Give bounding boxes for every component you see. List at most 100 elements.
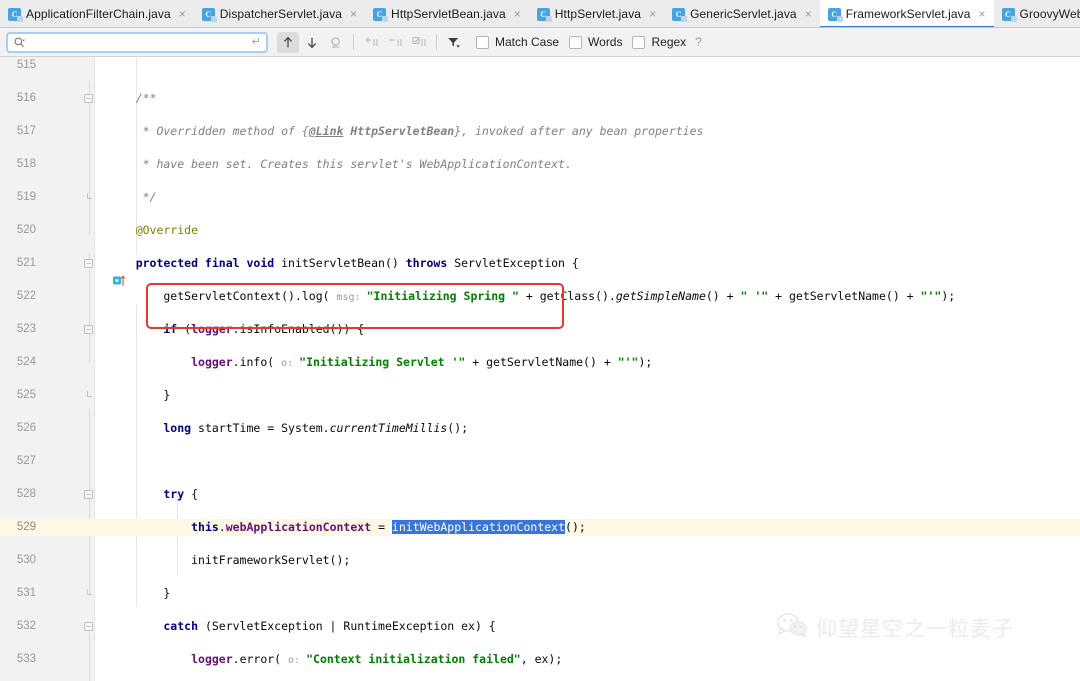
line-content: initFrameworkServlet(); <box>108 553 351 567</box>
add-selection-button[interactable] <box>360 32 382 53</box>
code-line[interactable]: 515 <box>0 57 1080 74</box>
line-content: /** <box>108 91 157 105</box>
line-content: } <box>108 586 171 600</box>
fold-end-icon[interactable] <box>87 391 92 397</box>
code-line[interactable]: 519 */ <box>0 189 1080 206</box>
code-line-active[interactable]: 529 this.webApplicationContext = initWeb… <box>0 519 1080 536</box>
tab-HttpServlet[interactable]: C HttpServlet.java × <box>528 0 665 27</box>
search-input[interactable] <box>25 33 252 51</box>
fold-collapse-icon[interactable]: − <box>84 259 93 268</box>
editor-scrollbar[interactable] <box>1068 57 1080 681</box>
line-content: logger.info( o: "Initializing Servlet '"… <box>191 355 653 369</box>
line-number: 529 <box>16 521 36 533</box>
java-class-icon: C <box>373 7 389 22</box>
code-line[interactable]: 516 − /** <box>0 90 1080 107</box>
selected-token[interactable]: initWebApplicationContext <box>391 520 566 534</box>
java-class-icon: C <box>1001 7 1017 22</box>
arrow-up-icon <box>283 36 293 47</box>
line-number: 517 <box>16 125 36 137</box>
match-case-option[interactable]: Match Case <box>476 35 559 49</box>
tab-close-icon[interactable]: × <box>978 8 987 20</box>
tab-close-icon[interactable]: × <box>804 8 813 20</box>
code-line[interactable]: 522 getServletContext().log( msg: "Initi… <box>0 288 1080 305</box>
line-content: this.webApplicationContext = initWebAppl… <box>191 520 586 534</box>
words-checkbox[interactable] <box>569 35 583 49</box>
line-content: catch (ServletException | RuntimeExcepti… <box>108 619 496 633</box>
line-content: */ <box>108 190 157 204</box>
line-content: getServletContext().log( msg: "Initializ… <box>108 289 956 303</box>
code-line[interactable]: 524 logger.info( o: "Initializing Servle… <box>0 354 1080 371</box>
tab-FrameworkServlet[interactable]: C FrameworkServlet.java × <box>819 0 994 27</box>
line-content: long startTime = System.currentTimeMilli… <box>108 421 469 435</box>
tab-close-icon[interactable]: × <box>648 8 657 20</box>
line-number: 521 <box>16 257 36 269</box>
tab-ApplicationFilterChain[interactable]: C ApplicationFilterChain.java × <box>0 0 194 27</box>
code-line[interactable]: 518 * have been set. Creates this servle… <box>0 156 1080 173</box>
enter-icon[interactable]: ↵ <box>252 36 261 48</box>
line-number: 520 <box>16 224 36 236</box>
fold-end-icon[interactable] <box>87 193 92 199</box>
tab-close-icon[interactable]: × <box>349 8 358 20</box>
match-case-checkbox[interactable] <box>476 35 489 49</box>
java-class-icon: C <box>827 7 843 22</box>
code-line[interactable]: 527 <box>0 453 1080 470</box>
tab-GenericServlet[interactable]: C GenericServlet.java × <box>664 0 820 27</box>
code-editor[interactable]: 515 516 − /** 517 * Overridden method of… <box>0 57 1080 681</box>
fold-collapse-icon[interactable]: − <box>84 622 93 631</box>
line-content: logger.error( o: "Context initialization… <box>191 652 563 666</box>
line-content: if (logger.isInfoEnabled()) { <box>108 322 365 336</box>
line-content: protected final void initServletBean() t… <box>108 256 579 270</box>
search-field[interactable]: ↵ <box>6 31 268 53</box>
match-case-label: Match Case <box>495 35 560 49</box>
code-line[interactable]: 517 * Overridden method of {@Link HttpSe… <box>0 123 1080 140</box>
tab-close-icon[interactable]: × <box>513 8 522 20</box>
code-line[interactable]: 525 } <box>0 387 1080 404</box>
fold-end-icon[interactable] <box>87 589 92 595</box>
regex-option[interactable]: Regex <box>632 35 686 49</box>
find-toolbar: ↵ Match Case Words Regex ? <box>0 28 1080 57</box>
line-content: * Overridden method of {@Link HttpServle… <box>108 124 704 138</box>
tab-close-icon[interactable]: × <box>178 8 187 20</box>
code-lines: 515 516 − /** 517 * Overridden method of… <box>0 57 1080 681</box>
code-line[interactable]: 528 − try { <box>0 486 1080 503</box>
select-all-lines-button[interactable] <box>408 32 430 53</box>
fold-collapse-icon[interactable]: − <box>84 325 93 334</box>
java-class-icon: C <box>536 7 552 22</box>
code-line[interactable]: 530 initFrameworkServlet(); <box>0 552 1080 569</box>
fold-collapse-icon[interactable]: − <box>84 94 93 103</box>
code-line[interactable]: 521 − protected final void initServletBe… <box>0 255 1080 286</box>
overridden-method-marker-icon[interactable] <box>44 258 126 286</box>
filter-button[interactable] <box>443 32 465 53</box>
watermark-text: 仰望星空之一粒麦子 <box>816 617 1014 641</box>
regex-help-icon[interactable]: ? <box>695 35 702 49</box>
code-line[interactable]: 523 − if (logger.isInfoEnabled()) { <box>0 321 1080 338</box>
line-content: } <box>108 388 171 402</box>
select-all-lines-icon <box>411 36 426 46</box>
find-next-button[interactable] <box>301 32 323 53</box>
line-content: * have been set. Creates this servlet's … <box>108 157 572 171</box>
tab-GroovyWebApplicationContext[interactable]: C GroovyWebApplicationContext.java <box>993 0 1080 27</box>
line-content: @Override <box>108 223 199 237</box>
tab-DispatcherServlet[interactable]: C DispatcherServlet.java × <box>193 0 366 27</box>
code-line[interactable]: 531 } <box>0 585 1080 602</box>
regex-checkbox[interactable] <box>632 35 646 49</box>
line-number: 530 <box>16 554 36 566</box>
code-line[interactable]: 526 long startTime = System.currentTimeM… <box>0 420 1080 437</box>
fold-collapse-icon[interactable]: − <box>84 490 93 499</box>
java-class-icon: C <box>8 7 23 22</box>
java-class-icon: C <box>672 7 688 22</box>
line-number: 518 <box>16 158 36 170</box>
words-option[interactable]: Words <box>569 35 622 49</box>
search-dropdown-icon[interactable] <box>14 37 25 48</box>
line-number: 515 <box>16 59 36 71</box>
select-all-occurrences-button[interactable] <box>325 32 347 53</box>
code-line[interactable]: 533 logger.error( o: "Context initializa… <box>0 651 1080 668</box>
tab-HttpServletBean[interactable]: C HttpServletBean.java × <box>365 0 529 27</box>
toolbar-separator <box>436 34 437 50</box>
remove-selection-button[interactable] <box>384 32 406 53</box>
line-content: try { <box>108 487 199 501</box>
tab-label: FrameworkServlet.java <box>845 7 971 21</box>
find-previous-button[interactable] <box>277 31 299 53</box>
tab-label: GroovyWebApplicationContext.java <box>1019 7 1080 21</box>
code-line[interactable]: 520 @Override <box>0 222 1080 239</box>
